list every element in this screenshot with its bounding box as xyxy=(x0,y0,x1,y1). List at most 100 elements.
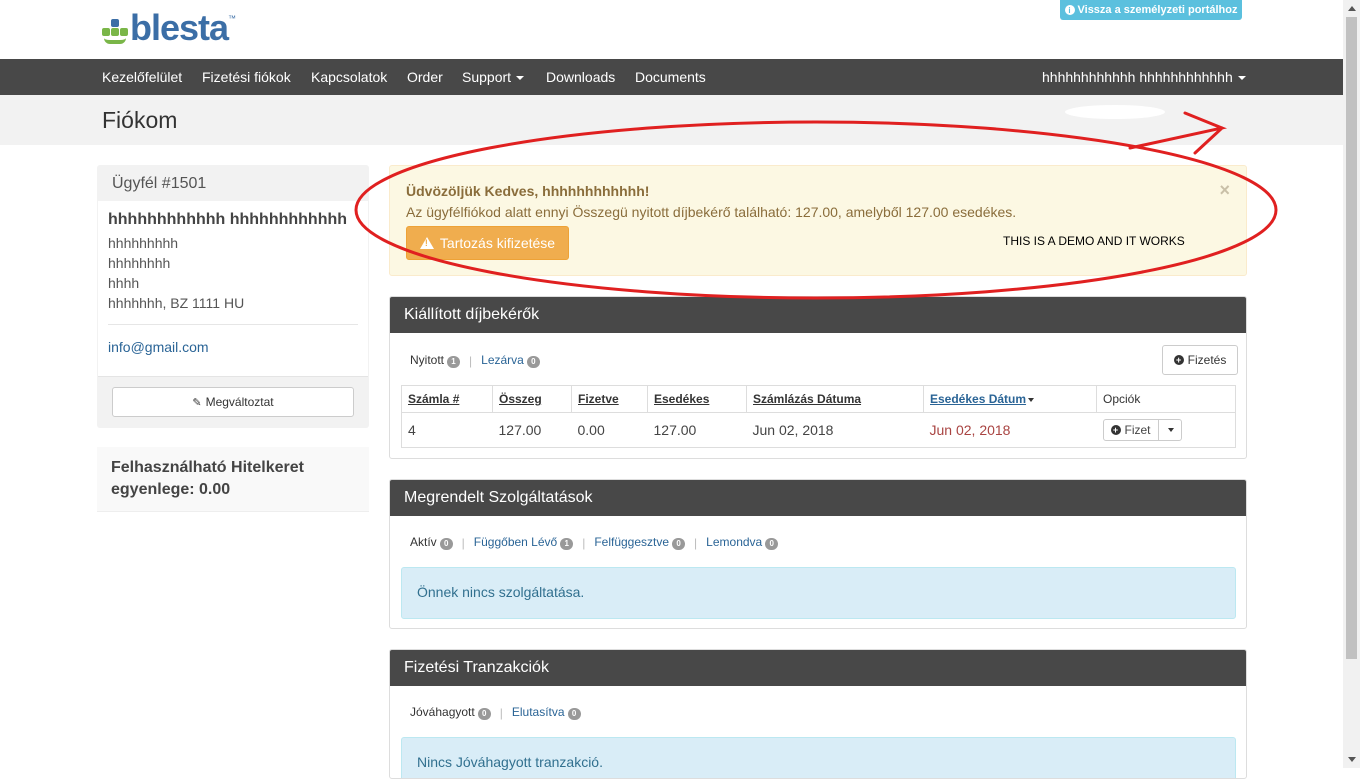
client-address-line: hhhhhhh, BZ 1111 HU xyxy=(108,295,245,311)
filter-label: Lemondva xyxy=(706,535,763,549)
filter-declined[interactable]: Elutasítva 0 xyxy=(512,705,581,720)
welcome-alert: Üdvözöljük Kedves, hhhhhhhhhhhh! Az ügyf… xyxy=(389,165,1247,276)
column-header-due[interactable]: Esedékes xyxy=(647,385,747,413)
count-badge: 1 xyxy=(447,356,461,368)
sort-desc-icon xyxy=(1028,397,1035,402)
invoices-panel: Kiállított díjbekérők Nyitott 1 | Lezárva… xyxy=(389,296,1247,459)
filter-active[interactable]: Aktív 0 xyxy=(410,535,453,550)
services-panel: Megrendelt Szolgáltatások Aktív 0 | Függő… xyxy=(389,479,1247,629)
column-label: Esedékes Dátum xyxy=(930,392,1027,406)
make-payment-label: Fizetés xyxy=(1187,353,1227,367)
count-badge: 1 xyxy=(560,538,574,550)
edit-client-label: Megváltoztat xyxy=(205,395,274,409)
client-name: hhhhhhhhhhhh hhhhhhhhhhhh xyxy=(108,211,348,228)
user-menu[interactable]: hhhhhhhhhhhh hhhhhhhhhhhh xyxy=(1042,59,1246,95)
filter-separator: | xyxy=(694,535,698,550)
logo-text: blesta xyxy=(130,7,229,48)
filter-label: Felfüggesztve xyxy=(594,535,670,549)
count-badge: 0 xyxy=(477,708,491,720)
column-label: Számlázás Dátuma xyxy=(753,392,862,406)
filter-closed[interactable]: Lezárva 0 xyxy=(481,353,540,368)
portal-button-label: Vissza a személyzeti portálhoz xyxy=(1077,4,1238,16)
column-label: Fizetve xyxy=(578,392,619,406)
column-header-invoice-number[interactable]: Számla # xyxy=(401,385,493,413)
filter-separator: | xyxy=(499,705,503,720)
nav-item-contacts[interactable]: Kapcsolatok xyxy=(311,59,387,95)
caret-down-icon xyxy=(1237,76,1246,81)
filter-open[interactable]: Nyitott 1 xyxy=(410,353,461,368)
pay-debt-button[interactable]: Tartozás kifizetése xyxy=(406,226,569,260)
pay-debt-label: Tartozás kifizetése xyxy=(439,235,556,251)
filter-label: Aktív xyxy=(410,535,437,549)
client-address-line: hhhh xyxy=(108,275,140,291)
blesta-logo[interactable]: blesta ™ xyxy=(102,10,236,46)
back-to-staff-portal-button[interactable]: i Vissza a személyzeti portálhoz xyxy=(1060,0,1242,20)
nav-support-label: Support xyxy=(462,69,512,85)
caret-down-icon xyxy=(1167,428,1174,432)
page-title: Fiókom xyxy=(102,107,178,133)
nav-item-payment-accounts[interactable]: Fizetési fiókok xyxy=(202,59,291,95)
invoice-options: + Fizet xyxy=(1096,412,1236,448)
nav-item-downloads[interactable]: Downloads xyxy=(546,59,615,95)
pay-invoice-split-button: + Fizet xyxy=(1102,419,1182,441)
nav-item-documents[interactable]: Documents xyxy=(635,59,706,95)
scroll-down-arrow-icon[interactable] xyxy=(1343,751,1360,768)
column-header-options: Opciók xyxy=(1096,385,1236,413)
transactions-panel: Fizetési Tranzakciók Jóváhagyott 0 | Elut… xyxy=(389,649,1247,779)
filter-label: Elutasítva xyxy=(511,705,565,719)
column-header-due-date[interactable]: Esedékes Dátum xyxy=(923,385,1097,413)
nav-item-order[interactable]: Order xyxy=(407,59,443,95)
no-transactions-message: Nincs Jóváhagyott tranzakció. xyxy=(401,737,1236,778)
count-badge: 0 xyxy=(439,538,453,550)
filter-label: Lezárva xyxy=(481,353,524,367)
plus-circle-icon: + xyxy=(1110,425,1121,435)
filter-label: Jóváhagyott xyxy=(410,705,475,719)
client-info-panel: Ügyfél #1501 hhhhhhhhhhhh hhhhhhhhhhhh h… xyxy=(97,165,369,428)
divider xyxy=(108,324,358,325)
count-badge: 0 xyxy=(765,538,779,550)
invoice-due: 127.00 xyxy=(647,412,747,448)
column-header-paid[interactable]: Fizetve xyxy=(571,385,648,413)
filter-separator: | xyxy=(461,535,465,550)
user-name: hhhhhhhhhhhh hhhhhhhhhhhh xyxy=(1042,69,1233,85)
scroll-up-arrow-icon[interactable] xyxy=(1343,0,1360,17)
count-badge: 0 xyxy=(567,708,581,720)
filter-canceled[interactable]: Lemondva 0 xyxy=(706,535,779,550)
nav-item-dashboard[interactable]: Kezelőfelület xyxy=(102,59,182,95)
no-services-message: Önnek nincs szolgáltatása. xyxy=(401,567,1236,619)
edit-client-button[interactable]: ✎ Megváltoztat xyxy=(112,387,354,417)
invoice-billed-date: Jun 02, 2018 xyxy=(746,412,924,448)
main-navbar: Kezelőfelület Fizetési fiókok Kapcsolato… xyxy=(0,59,1343,95)
count-badge: 0 xyxy=(672,538,686,550)
invoice-options-dropdown[interactable] xyxy=(1159,420,1181,440)
column-label: Esedékes xyxy=(654,392,710,406)
filter-label: Függőben Lévő xyxy=(473,535,558,549)
column-header-billed-date[interactable]: Számlázás Dátuma xyxy=(746,385,924,413)
filter-separator: | xyxy=(582,535,586,550)
demo-annotation-text: THIS IS A DEMO AND IT WORKS xyxy=(1003,234,1185,248)
invoice-number[interactable]: 4 xyxy=(401,412,493,448)
vertical-scrollbar[interactable] xyxy=(1343,0,1360,768)
column-label: Számla # xyxy=(408,392,460,406)
scrollbar-thumb[interactable] xyxy=(1346,17,1357,659)
logo-mark-icon xyxy=(102,16,128,46)
filter-suspended[interactable]: Felfüggesztve 0 xyxy=(594,535,686,550)
make-payment-button[interactable]: + Fizetés xyxy=(1162,345,1238,375)
service-filters: Aktív 0 | Függőben Lévő 1 | Felfüggesztve 0… xyxy=(410,535,779,550)
filter-pending[interactable]: Függőben Lévő 1 xyxy=(473,535,574,550)
pencil-icon: ✎ xyxy=(192,396,202,409)
filter-label: Nyitott xyxy=(410,353,445,367)
info-icon: i xyxy=(1064,5,1075,15)
invoice-due-date: Jun 02, 2018 xyxy=(923,412,1097,448)
logo-trademark: ™ xyxy=(228,14,237,23)
caret-down-icon xyxy=(516,76,525,81)
filter-approved[interactable]: Jóváhagyott 0 xyxy=(410,705,491,720)
alert-title: Üdvözöljük Kedves, hhhhhhhhhhhh! xyxy=(406,183,650,199)
column-header-amount[interactable]: Összeg xyxy=(492,385,572,413)
nav-item-support[interactable]: Support xyxy=(462,59,525,95)
pay-invoice-button[interactable]: + Fizet xyxy=(1104,420,1159,440)
close-icon[interactable]: × xyxy=(1219,180,1230,201)
page-title-bar: Fiókom xyxy=(0,95,1343,145)
client-email-link[interactable]: info@gmail.com xyxy=(108,339,209,355)
alert-text: Az ügyfélfiókod alatt ennyi Összegü nyit… xyxy=(406,204,1017,220)
